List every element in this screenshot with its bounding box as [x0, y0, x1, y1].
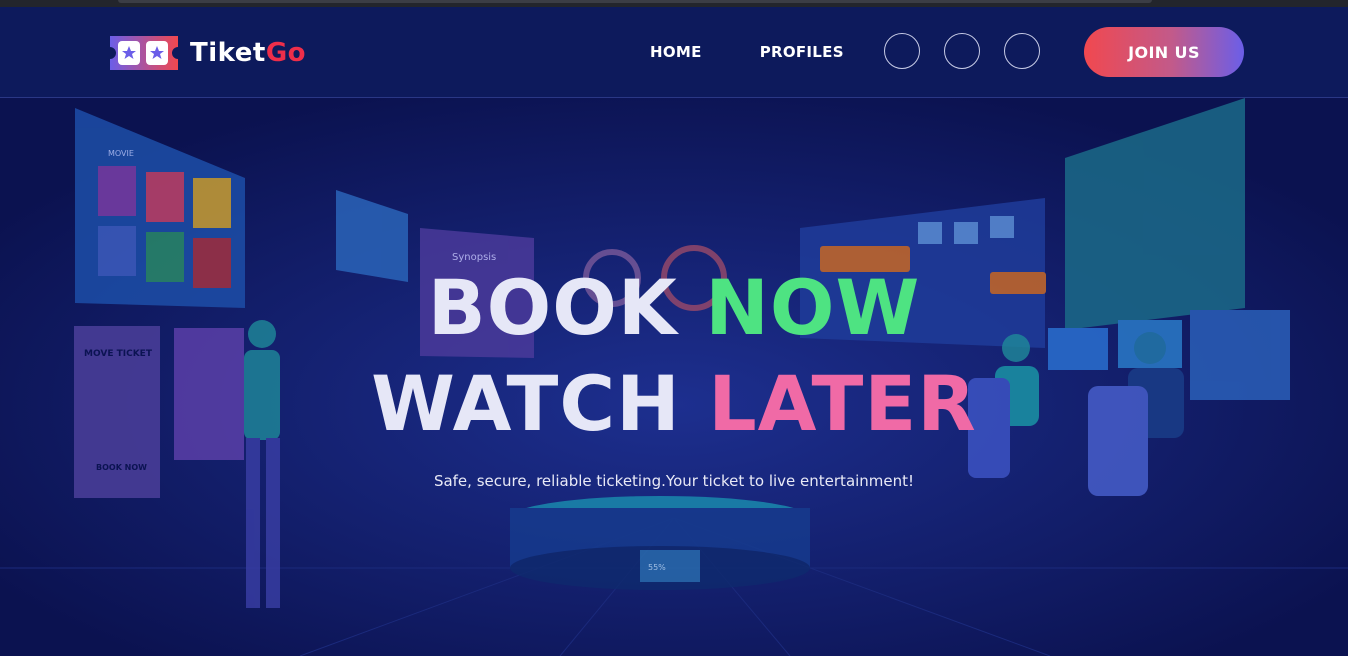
logo[interactable]: TiketGo [106, 34, 306, 72]
social-icon-3[interactable] [1004, 33, 1040, 69]
hero-headline-line1: BOOK NOW [0, 270, 1348, 346]
brand-name-part2: Go [265, 38, 307, 68]
tab-bar-edge [118, 0, 1152, 3]
poster-title: MOVE TICKET [84, 349, 153, 359]
brand-name-part1: Tiket [190, 38, 266, 68]
headline-book: BOOK [427, 263, 678, 352]
synopsis-label: Synopsis [452, 252, 496, 263]
main-nav: HOME PROFILES [650, 43, 902, 61]
browser-top-strip [0, 0, 1348, 7]
hero-tagline: Safe, secure, reliable ticketing.Your ti… [433, 472, 915, 490]
hero-headline-line2: WATCH LATER [0, 366, 1348, 442]
headline-later: LATER [708, 359, 977, 448]
headline-watch: WATCH [371, 359, 681, 448]
movie-panel-label: MOVIE [108, 149, 134, 158]
join-us-button[interactable]: JOIN US [1084, 27, 1244, 77]
social-icon-1[interactable] [884, 33, 920, 69]
gauge-value: 55% [648, 563, 666, 572]
site-header: TiketGo HOME PROFILES JOIN US [0, 7, 1348, 98]
nav-home-link[interactable]: HOME [650, 43, 702, 61]
social-links [884, 33, 1064, 69]
ticket-logo-icon [110, 36, 178, 70]
hero-section: MOVE TICKET BOOK NOW Synopsis MOVIE 55% [0, 98, 1348, 656]
headline-now: NOW [705, 263, 921, 352]
brand-name: TiketGo [190, 38, 306, 68]
nav-profiles-link[interactable]: PROFILES [760, 43, 844, 61]
social-icon-2[interactable] [944, 33, 980, 69]
poster-sub: BOOK NOW [96, 463, 147, 472]
